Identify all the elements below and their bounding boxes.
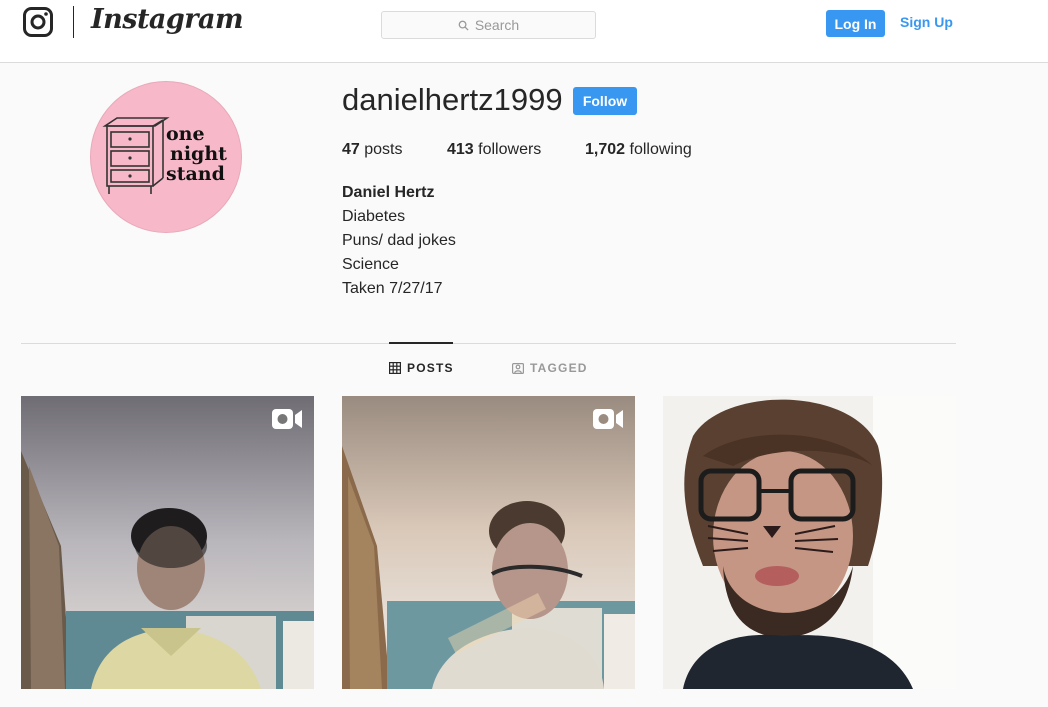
post-thumbnail[interactable] <box>21 396 314 689</box>
tag-icon <box>512 363 524 374</box>
active-tab-indicator <box>389 342 453 344</box>
instagram-wordmark[interactable]: Instagram <box>91 4 244 35</box>
followers-label: followers <box>478 141 542 158</box>
post-thumbnail[interactable] <box>663 396 956 689</box>
instagram-logo-icon[interactable] <box>23 7 53 37</box>
tab-tagged-label: TAGGED <box>530 361 588 375</box>
search-input[interactable]: Search <box>381 11 596 39</box>
post-image <box>663 396 956 689</box>
tab-tagged[interactable]: TAGGED <box>512 361 588 375</box>
grid-icon <box>389 362 401 374</box>
avatar-text-line-3: stand <box>166 163 225 185</box>
post-thumbnail[interactable] <box>342 396 635 689</box>
video-icon <box>593 409 623 429</box>
search-placeholder: Search <box>474 17 520 33</box>
profile-full-name: Daniel Hertz <box>342 184 435 201</box>
following-label: following <box>629 141 692 158</box>
post-image <box>342 396 635 689</box>
login-button[interactable]: Log In <box>826 10 885 37</box>
top-nav: Instagram Search Log In Sign Up <box>0 0 1048 63</box>
signup-link[interactable]: Sign Up <box>900 14 953 30</box>
following-count: 1,702 <box>585 141 626 158</box>
bio-line: Taken 7/27/17 <box>342 280 443 297</box>
avatar-text-line-2: night <box>170 143 227 165</box>
stat-followers[interactable]: 413 followers <box>447 141 541 159</box>
profile-avatar[interactable]: one night stand <box>90 81 242 233</box>
video-icon <box>272 409 302 429</box>
stat-following[interactable]: 1,702 following <box>585 141 692 159</box>
tab-posts[interactable]: POSTS <box>389 361 454 375</box>
post-image <box>21 396 314 689</box>
bio-line: Science <box>342 256 399 273</box>
avatar-text-line-1: one <box>166 123 205 145</box>
profile-username: danielhertz1999 <box>342 82 563 117</box>
profile-bio: Daniel Hertz Diabetes Puns/ dad jokes Sc… <box>342 181 456 301</box>
posts-label: posts <box>364 141 403 158</box>
stat-posts: 47 posts <box>342 141 403 159</box>
avatar-logo-text: one night stand <box>166 124 227 184</box>
nav-divider <box>73 6 74 38</box>
tabs-divider <box>21 343 956 344</box>
posts-count: 47 <box>342 141 360 158</box>
bio-line: Puns/ dad jokes <box>342 232 456 249</box>
tab-posts-label: POSTS <box>407 361 454 375</box>
bio-line: Diabetes <box>342 208 406 225</box>
follow-button[interactable]: Follow <box>573 87 637 115</box>
search-icon <box>458 20 469 31</box>
followers-count: 413 <box>447 141 474 158</box>
